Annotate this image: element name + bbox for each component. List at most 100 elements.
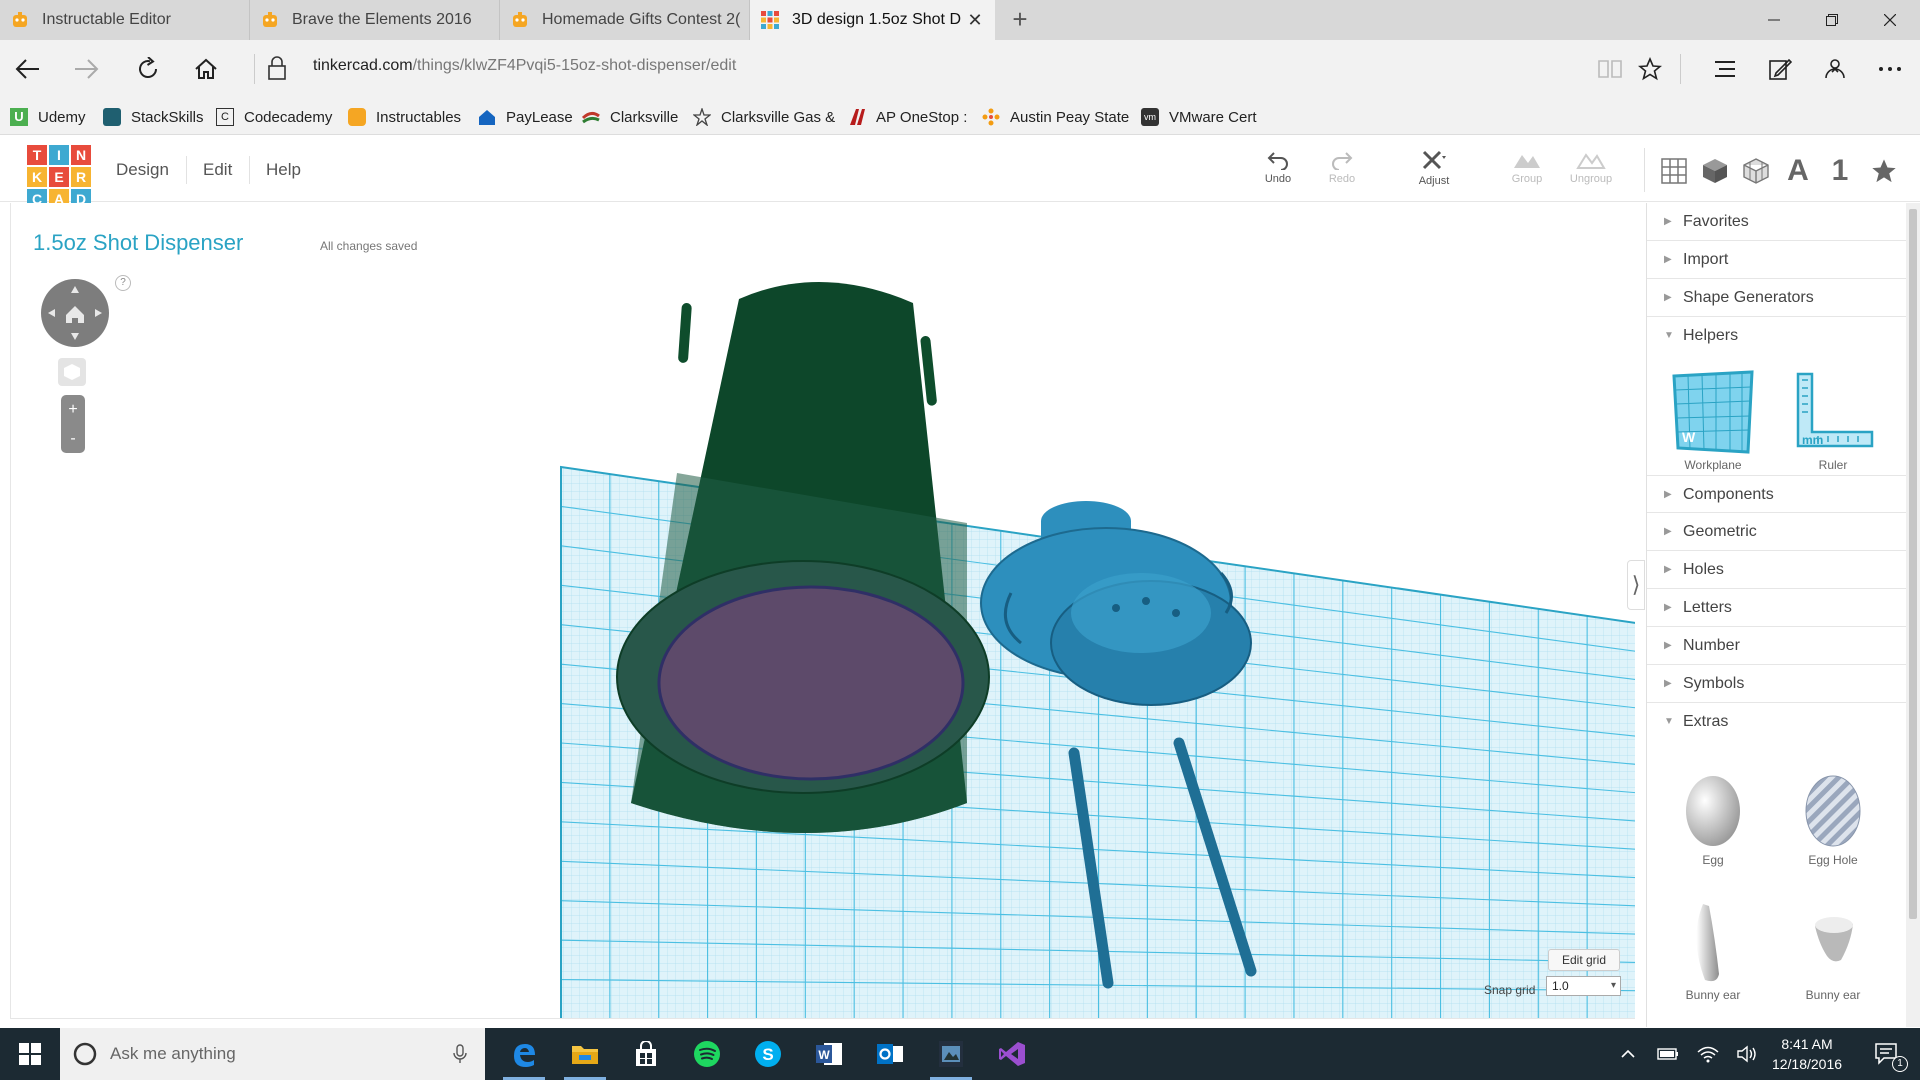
action-center-button[interactable]: 1	[1862, 1028, 1912, 1080]
minimize-button[interactable]	[1745, 0, 1803, 40]
shape-egg-hole[interactable]: Egg Hole	[1778, 763, 1888, 867]
favorite-clarksville[interactable]: Clarksville	[582, 106, 678, 128]
favorite-clarksville-gas[interactable]: Clarksville Gas &	[693, 106, 835, 128]
category-letters[interactable]: ▶ Letters	[1647, 589, 1906, 627]
taskbar-spotify[interactable]	[678, 1028, 736, 1080]
shape-bunny-ear[interactable]: Bunny ear	[1658, 898, 1768, 1002]
category-import[interactable]: ▶ Import	[1647, 241, 1906, 279]
undo-button[interactable]: Undo	[1248, 150, 1308, 185]
volume-tray[interactable]	[1732, 1028, 1764, 1080]
favorites-star-button[interactable]	[1866, 153, 1902, 189]
category-helpers[interactable]: ▼ Helpers	[1647, 317, 1906, 355]
tab-3d-design[interactable]: 3D design 1.5oz Shot D ✕	[750, 0, 995, 40]
refresh-button[interactable]	[128, 49, 168, 89]
menu-edit[interactable]: Edit	[186, 156, 248, 184]
panel-scrollbar[interactable]	[1906, 203, 1920, 1027]
shape-bunny-ear-2[interactable]: Bunny ear	[1778, 898, 1888, 1002]
ungroup-button[interactable]: Ungroup	[1561, 150, 1621, 185]
taskbar-visual-studio[interactable]	[983, 1028, 1041, 1080]
favorite-ap-onestop[interactable]: AP OneStop :	[848, 106, 967, 128]
edit-grid-button[interactable]: Edit grid	[1548, 949, 1620, 971]
favorite-codecademy[interactable]: C Codecademy	[216, 106, 332, 128]
restore-button[interactable]	[1803, 0, 1861, 40]
home-button[interactable]	[186, 49, 226, 89]
orbit-control-icon[interactable]	[40, 278, 110, 348]
favorite-paylease[interactable]: PayLease	[478, 106, 573, 128]
wireframe-cube-button[interactable]	[1738, 153, 1774, 189]
shape-workplane[interactable]: W Workplane	[1658, 368, 1768, 472]
favorite-udemy[interactable]: U Udemy	[10, 106, 86, 128]
battery-tray[interactable]	[1652, 1028, 1684, 1080]
taskbar-outlook[interactable]	[861, 1028, 919, 1080]
favorite-stackskills[interactable]: StackSkills	[103, 106, 204, 128]
group-button[interactable]: Group	[1497, 150, 1557, 185]
design-canvas[interactable]: 1.5oz Shot Dispenser All changes saved ?…	[10, 203, 1635, 1019]
wifi-tray[interactable]	[1692, 1028, 1724, 1080]
taskbar-store[interactable]	[617, 1028, 675, 1080]
microphone-icon[interactable]	[453, 1044, 467, 1064]
category-components[interactable]: ▶ Components	[1647, 475, 1906, 513]
solid-cube-button[interactable]	[1697, 153, 1733, 189]
star-icon	[1638, 57, 1662, 81]
text-shapes-button[interactable]: A	[1780, 153, 1816, 189]
category-symbols[interactable]: ▶ Symbols	[1647, 665, 1906, 703]
view-nav-control[interactable]	[40, 278, 110, 353]
url-field[interactable]: tinkercad.com/things/klwZF4Pvqi5-15oz-sh…	[313, 57, 736, 75]
tab-instructable-editor[interactable]: Instructable Editor	[0, 0, 250, 40]
search-placeholder: Ask me anything	[110, 1044, 236, 1063]
design-title[interactable]: 1.5oz Shot Dispenser	[33, 230, 243, 256]
web-note-button[interactable]	[1760, 49, 1800, 89]
shape-ruler[interactable]: mm Ruler	[1778, 368, 1888, 472]
workplane-scene[interactable]	[11, 203, 1635, 1019]
taskbar-file-explorer[interactable]	[556, 1028, 614, 1080]
scrollbar-thumb[interactable]	[1909, 209, 1917, 919]
tab-homemade-gifts[interactable]: Homemade Gifts Contest 2(	[500, 0, 750, 40]
help-icon[interactable]: ?	[115, 275, 131, 291]
favorite-star-button[interactable]	[1630, 49, 1670, 89]
more-button[interactable]	[1870, 49, 1910, 89]
category-shape-generators[interactable]: ▶ Shape Generators	[1647, 279, 1906, 317]
adjust-button[interactable]: Adjust	[1404, 150, 1464, 187]
zoom-control[interactable]: + -	[61, 395, 85, 453]
favorite-instructables[interactable]: Instructables	[348, 106, 461, 128]
reading-view-button[interactable]	[1590, 49, 1630, 89]
new-tab-button[interactable]: +	[1006, 6, 1034, 34]
category-holes[interactable]: ▶ Holes	[1647, 551, 1906, 589]
share-button[interactable]	[1815, 49, 1855, 89]
tab-brave-the-elements[interactable]: Brave the Elements 2016	[250, 0, 500, 40]
shape-label: Workplane	[1684, 458, 1742, 472]
close-window-button[interactable]	[1861, 0, 1919, 40]
taskbar-skype[interactable]: S	[739, 1028, 797, 1080]
shape-egg[interactable]: Egg	[1658, 763, 1768, 867]
category-geometric[interactable]: ▶ Geometric	[1647, 513, 1906, 551]
forward-button[interactable]	[66, 49, 106, 89]
menu-help[interactable]: Help	[249, 156, 317, 184]
close-icon	[1884, 14, 1896, 26]
number-shapes-button[interactable]: 1	[1822, 153, 1858, 189]
category-favorites[interactable]: ▶ Favorites	[1647, 203, 1906, 241]
show-hidden-icons[interactable]	[1612, 1028, 1644, 1080]
cortana-search-box[interactable]: Ask me anything	[60, 1028, 485, 1080]
taskbar-edge[interactable]	[495, 1028, 553, 1080]
redo-button[interactable]: Redo	[1312, 150, 1372, 185]
taskbar-kindle[interactable]	[922, 1028, 980, 1080]
menu-design[interactable]: Design	[100, 156, 185, 184]
grid-view-button[interactable]	[1656, 153, 1692, 189]
back-button[interactable]	[8, 49, 48, 89]
hub-button[interactable]	[1705, 49, 1745, 89]
favorite-vmware-cert[interactable]: vm VMware Cert	[1141, 106, 1257, 128]
zoom-in-button[interactable]: +	[61, 395, 85, 424]
taskbar-clock[interactable]: 8:41 AM 12/18/2016	[1764, 1034, 1850, 1074]
category-number[interactable]: ▶ Number	[1647, 627, 1906, 665]
collapse-panel-button[interactable]: ⟩	[1627, 560, 1645, 610]
favorite-austin-peay[interactable]: Austin Peay State	[982, 106, 1129, 128]
close-tab-icon[interactable]: ✕	[965, 10, 985, 30]
home-view-button[interactable]	[58, 358, 86, 386]
snap-grid-select[interactable]: 1.0 ▾	[1546, 976, 1621, 996]
zoom-out-button[interactable]: -	[61, 424, 85, 453]
green-cup-shape[interactable]	[616, 281, 990, 833]
start-button[interactable]	[0, 1028, 60, 1080]
url-path: /things/klwZF4Pvqi5-15oz-shot-dispenser/…	[412, 57, 737, 74]
taskbar-word[interactable]: W	[800, 1028, 858, 1080]
category-extras[interactable]: ▼ Extras	[1647, 703, 1906, 741]
